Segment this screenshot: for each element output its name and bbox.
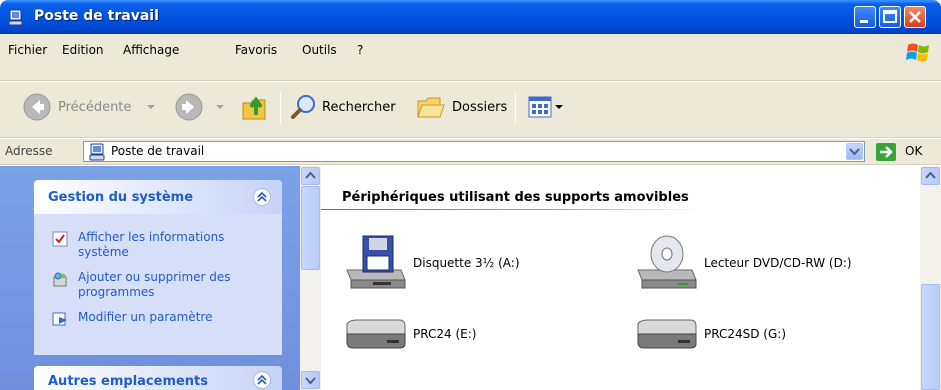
views-button[interactable]: [528, 95, 564, 119]
maximize-icon: [883, 10, 897, 23]
back-label: Précédente: [58, 99, 132, 115]
menu-help[interactable]: ?: [357, 43, 363, 57]
task-link-label: Afficher les informations système: [78, 230, 225, 259]
content-scrollbar[interactable]: [920, 166, 941, 390]
scroll-thumb[interactable]: [921, 284, 940, 390]
back-button[interactable]: Précédente: [22, 92, 157, 122]
maximize-button[interactable]: [879, 6, 901, 28]
windows-logo-icon: [906, 43, 929, 62]
window-title: Poste de travail: [34, 8, 159, 24]
menu-tools[interactable]: Outils: [302, 43, 337, 57]
task-modify-setting[interactable]: Modifier un paramètre: [52, 310, 258, 327]
folders-label: Dossiers: [452, 99, 508, 115]
address-dropdown-button[interactable]: [846, 143, 863, 160]
system-tasks-header[interactable]: Gestion du système: [34, 180, 282, 214]
minimize-button[interactable]: [854, 6, 876, 28]
removable-drive-icon: [637, 319, 697, 349]
chevron-down-icon: [305, 377, 316, 385]
control-panel-icon: [52, 312, 67, 326]
drive-label: Disquette 3½ (A:): [413, 256, 520, 270]
address-value: Poste de travail: [111, 144, 205, 158]
address-bar: Adresse Poste de travail OK: [0, 139, 941, 165]
system-info-icon: [52, 231, 68, 247]
up-folder-icon: [242, 96, 266, 120]
up-folder-button[interactable]: [240, 91, 270, 123]
scroll-down-button[interactable]: [301, 371, 320, 389]
toolbar-separator: [515, 92, 516, 124]
content-area: Périphériques utilisant des supports amo…: [321, 166, 920, 390]
close-icon: [909, 11, 921, 23]
task-pane-scrollbar[interactable]: [300, 166, 321, 390]
group-divider: [321, 209, 701, 210]
drive-floppy-a[interactable]: Disquette 3½ (A:): [343, 232, 520, 294]
toolbar-separator: [280, 92, 281, 124]
collapse-button[interactable]: [253, 371, 271, 389]
forward-arrow-icon: [175, 93, 203, 121]
scroll-thumb[interactable]: [301, 186, 320, 270]
task-link-label: Ajouter ou supprimer des programmes: [78, 270, 231, 299]
address-label: Adresse: [5, 144, 53, 158]
go-button[interactable]: [876, 143, 896, 161]
other-places-title: Autres emplacements: [48, 374, 209, 389]
drive-removable-g[interactable]: PRC24SD (G:): [634, 314, 786, 354]
views-icon: [528, 96, 552, 118]
chevron-up-icon: [257, 191, 267, 202]
dropdown-arrow-icon: [555, 105, 563, 109]
toolbar: Précédente Rechercher Dossiers: [0, 82, 941, 138]
scroll-up-button[interactable]: [921, 167, 940, 185]
title-bar[interactable]: Poste de travail: [0, 0, 941, 34]
task-add-remove-programs[interactable]: Ajouter ou supprimer des programmes: [52, 270, 258, 300]
drive-dvd-d[interactable]: Lecteur DVD/CD-RW (D:): [634, 232, 852, 294]
go-label[interactable]: OK: [905, 144, 922, 158]
dropdown-arrow-icon[interactable]: [214, 102, 226, 112]
my-computer-icon: [89, 143, 105, 161]
drive-label: PRC24 (E:): [413, 327, 477, 341]
removable-drive-icon: [346, 319, 406, 349]
chevron-up-icon: [257, 374, 267, 385]
group-title: Périphériques utilisant des supports amo…: [342, 190, 689, 205]
menu-favorites[interactable]: Favoris: [235, 43, 277, 57]
collapse-button[interactable]: [253, 188, 271, 206]
my-computer-icon: [8, 9, 23, 26]
search-icon: [291, 95, 315, 119]
chevron-down-icon: [849, 148, 860, 156]
search-label: Rechercher: [322, 99, 396, 115]
close-button[interactable]: [904, 6, 926, 28]
search-button[interactable]: Rechercher: [290, 93, 396, 121]
drive-label: PRC24SD (G:): [704, 327, 787, 341]
menu-bar: Fichier Edition Affichage Favoris Outils…: [0, 34, 941, 81]
dvd-drive-icon: [637, 235, 697, 289]
add-remove-programs-icon: [53, 272, 67, 287]
task-view-system-info[interactable]: Afficher les informations système: [52, 230, 258, 260]
scroll-up-button[interactable]: [301, 167, 320, 185]
drive-removable-e[interactable]: PRC24 (E:): [343, 314, 476, 354]
drive-label: Lecteur DVD/CD-RW (D:): [704, 256, 852, 270]
task-link-label: Modifier un paramètre: [78, 310, 213, 324]
forward-button[interactable]: [174, 92, 226, 122]
menu-file[interactable]: Fichier: [8, 43, 47, 57]
address-input[interactable]: Poste de travail: [83, 141, 865, 162]
back-arrow-icon: [23, 93, 51, 121]
chevron-up-icon: [305, 171, 316, 179]
minimize-icon: [860, 20, 868, 23]
go-arrow-icon: [880, 146, 893, 158]
folders-icon: [417, 97, 445, 118]
menu-view[interactable]: Affichage: [123, 43, 179, 57]
other-places-header[interactable]: Autres emplacements: [34, 366, 282, 390]
chevron-up-icon: [925, 171, 936, 179]
system-tasks-title: Gestion du système: [48, 190, 194, 205]
dropdown-arrow-icon[interactable]: [145, 102, 157, 112]
folders-button[interactable]: Dossiers: [416, 93, 507, 121]
menu-edit[interactable]: Edition: [62, 43, 104, 57]
task-pane: Gestion du système Afficher les informat…: [0, 166, 300, 390]
system-tasks-panel: Gestion du système Afficher les informat…: [34, 180, 282, 355]
floppy-drive-icon: [346, 235, 406, 289]
